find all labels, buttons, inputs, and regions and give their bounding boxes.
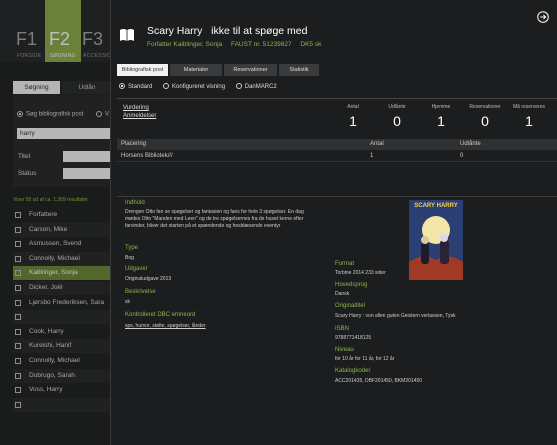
tab-statistics[interactable]: Statistik [279,64,319,76]
close-icon[interactable] [537,11,549,23]
catalog-codes-heading: Katalogkoder [335,368,371,374]
original-title-heading: Originaltitel [335,303,366,309]
editions-text: Originaludgave 2013 [125,276,172,282]
stat-label: Hjemme [431,104,451,110]
format-heading: Format [335,261,355,267]
stat-home: Hjemme 1 [421,104,461,129]
stat-reservable: Mã reserveres 1 [509,104,549,129]
dk5-code: DK5 sk [300,41,322,48]
book-cover-art [409,200,463,280]
stat-label: Mã reserveres [513,104,545,110]
holdings-summary: Vurdering Anmeldelser Antal 1 Udlånte 0 Hj… [117,98,557,134]
stat-value: 1 [525,113,533,129]
stat-value: 0 [393,113,401,129]
cover-title: SCARY HARRY [414,203,458,209]
ratings-links: Vurdering Anmeldelser [123,104,156,120]
author-link[interactable]: Forfatter Kaiblinger, Sonja [147,41,222,48]
language-heading: Hovedsprog [335,282,368,288]
type-text: Bog [125,255,134,261]
subjects-links[interactable]: sps, humor, stølte, spøgelser, lånder [125,323,206,330]
background-dim [0,0,110,445]
catalog-codes-text: ACC201435, DBF201450, BKM201450 [335,378,423,384]
book-icon [120,29,134,41]
content-heading: Indhold [125,200,145,206]
editions-heading: Udgaver [125,266,148,272]
description-heading: Beskrivelse [125,289,156,295]
tab-materials[interactable]: Materialer [170,64,222,76]
radio-on-icon [119,83,125,89]
stat-label: Udlånte [388,104,406,110]
ratings-link[interactable]: Vurdering [123,104,156,112]
view-standard-label: Standard [128,83,153,90]
level-text: for 10 år for 11 år, for 12 år [335,356,395,362]
record-details: Indhold Drengen Otto fan se spøgelser og… [117,196,557,434]
stat-loaned: Udlånte 0 [377,104,417,129]
view-danmarc[interactable]: DanMARC2 [235,83,277,90]
language-text: Dansk [335,291,350,297]
view-configured[interactable]: Konfigureret visning [163,83,226,90]
stat-value: 1 [437,113,445,129]
content-text: Drengen Otto fan se spøgelser og fantasi… [125,209,304,229]
isbn-heading: ISBN [335,326,350,332]
location-table-header: Placering Antal Udlånte [117,139,557,150]
book-cover: SCARY HARRY [409,200,463,280]
faust-number: FAUST nr. 51239827 [230,41,292,48]
table-row[interactable]: Horsens Bibliotek/// 1 0 [117,151,557,162]
view-configured-label: Konfigureret visning [172,83,226,90]
view-standard[interactable]: Standard [119,83,153,90]
record-detail-modal: Scary Harry ikke til at spøge med Forfat… [110,0,557,445]
format-text: Torbine 2014 233 sider [335,270,386,276]
view-danmarc-label: DanMARC2 [244,83,277,90]
cell-count: 1 [370,153,374,159]
level-heading: Niveau [335,347,354,353]
type-heading: Type [125,245,139,251]
stat-value: 0 [481,113,489,129]
col-location: Placering [121,141,147,147]
tab-reservations[interactable]: Reservationer [224,64,277,76]
subjects-heading: Kontrolleret DBC emneord [125,312,196,318]
col-count: Antal [370,141,384,147]
reviews-link[interactable]: Anmeldelser [123,112,156,120]
col-loaned: Udlånte [460,141,481,147]
record-meta: Forfatter Kaiblinger, Sonja FAUST nr. 51… [147,41,328,48]
stat-value: 1 [349,113,357,129]
stat-label: Antal [347,104,359,110]
description-text: sk [125,299,130,305]
radio-off-icon [235,83,242,89]
cell-location: Horsens Bibliotek/// [121,153,173,159]
radio-off-icon [163,83,170,89]
cell-loaned: 0 [460,153,464,159]
record-title: Scary Harry ikke til at spøge med [147,25,308,37]
stat-label: Reservationer [469,104,501,110]
stat-count: Antal 1 [333,104,373,129]
original-title-text: Scary Harry : von allen guten Geistern v… [335,313,456,319]
view-options: Standard Konfigureret visning DanMARC2 [119,83,286,90]
stat-reservations: Reservationer 0 [465,104,505,129]
tab-bibliographic[interactable]: Bibliografisk post [117,64,168,76]
isbn-text: 9788771418125 [335,335,372,341]
